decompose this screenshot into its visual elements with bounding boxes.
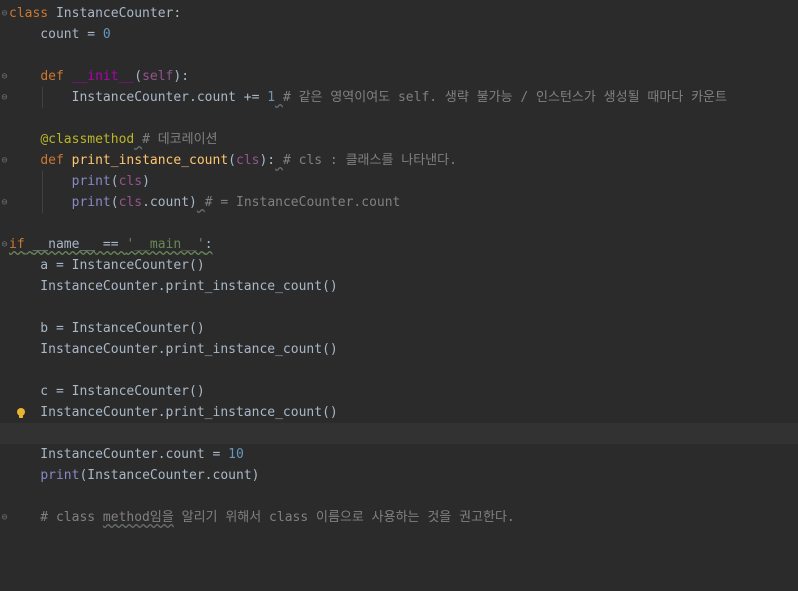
code-line[interactable]: ⊖ # class method임을 알리기 위해서 class 이름으로 사용…	[0, 507, 798, 528]
keyword: def	[40, 153, 64, 168]
code-text: .count)	[142, 195, 197, 210]
colon: :	[204, 237, 213, 252]
paren: (	[228, 153, 236, 168]
code-line[interactable]: c = InstanceCounter()	[0, 381, 798, 402]
fold-marker-icon[interactable]: ⊖	[0, 192, 9, 213]
code-text: InstanceCounter.count +=	[9, 90, 268, 105]
fold-marker-icon[interactable]: ⊖	[0, 507, 9, 528]
code-line[interactable]: ⊖ class InstanceCounter:	[0, 3, 798, 24]
code-line[interactable]: InstanceCounter.print_instance_count()	[0, 339, 798, 360]
param-self: self	[142, 69, 174, 84]
code-line[interactable]: InstanceCounter.print_instance_count()	[0, 276, 798, 297]
paren: (	[110, 195, 119, 210]
param-cls: cls	[236, 153, 260, 168]
fold-marker-icon[interactable]: ⊖	[0, 87, 9, 108]
code-line[interactable]: ⊖ def __init__(self):	[0, 66, 798, 87]
decorator: @classmethod	[40, 132, 135, 147]
comment-typo: method임을	[102, 510, 174, 525]
comment: # 같은 영역이여도 self. 생략 불가능 / 인스턴스가 생성될 때마다 …	[282, 90, 727, 105]
code-line[interactable]: count = 0	[0, 24, 798, 45]
builtin-print: print	[40, 468, 80, 483]
code-line[interactable]: ⊖ def print_instance_count(cls): # cls :…	[0, 150, 798, 171]
function-name: print_instance_count	[71, 153, 229, 168]
fold-marker-icon[interactable]: ⊖	[0, 3, 9, 24]
number-literal: 1	[267, 90, 276, 105]
code-text: count =	[9, 27, 103, 42]
code-text: InstanceCounter.print_instance_count()	[9, 279, 338, 294]
code-line[interactable]: print(cls)	[0, 171, 798, 192]
code-line[interactable]: a = InstanceCounter()	[0, 255, 798, 276]
current-line[interactable]	[0, 423, 798, 444]
code-line[interactable]: InstanceCounter.print_instance_count()	[0, 402, 798, 423]
paren: )	[142, 174, 150, 189]
code-editor[interactable]: ⊖ class InstanceCounter: count = 0 ⊖ def…	[0, 0, 798, 540]
fold-marker-icon[interactable]: ⊖	[0, 150, 9, 171]
comment: # = InstanceCounter.count	[204, 195, 401, 210]
code-text: InstanceCounter.count =	[9, 447, 229, 462]
code-text: c = InstanceCounter()	[9, 384, 205, 399]
paren: (	[134, 69, 143, 84]
code-line[interactable]: ⊖ InstanceCounter.count += 1 # 같은 영역이여도 …	[0, 87, 798, 108]
number-literal: 0	[102, 27, 111, 42]
code-line[interactable]: @classmethod # 데코레이션	[0, 129, 798, 150]
operator: ==	[95, 237, 127, 252]
code-text: b = InstanceCounter()	[9, 321, 205, 336]
param-cls: cls	[118, 195, 143, 210]
fold-marker-icon[interactable]: ⊖	[0, 66, 9, 87]
paren: (	[110, 174, 119, 189]
keyword: class	[9, 6, 49, 21]
builtin-print: print	[71, 174, 111, 189]
fold-marker-icon[interactable]: ⊖	[0, 234, 9, 255]
code-line[interactable]: ⊖ if __name__ == '__main__':	[0, 234, 798, 255]
code-text: InstanceCounter.print_instance_count()	[9, 405, 338, 420]
paren: ):	[173, 69, 190, 84]
keyword: if	[9, 237, 25, 252]
code-line[interactable]: print(InstanceCounter.count)	[0, 465, 798, 486]
builtin-print: print	[71, 195, 111, 210]
method-name: __init__	[71, 69, 135, 84]
comment: # class	[9, 510, 103, 525]
dunder-name: __name__	[32, 237, 96, 252]
string-literal: '__main__'	[126, 237, 205, 252]
number-literal: 10	[228, 447, 244, 462]
code-line[interactable]: ⊖ print(cls.count) # = InstanceCounter.c…	[0, 192, 798, 213]
class-name: InstanceCounter:	[48, 6, 182, 21]
keyword: def	[40, 69, 64, 84]
comment: # 데코레이션	[142, 132, 218, 147]
code-text: InstanceCounter.print_instance_count()	[9, 342, 338, 357]
paren: ):	[259, 153, 276, 168]
code-line[interactable]: b = InstanceCounter()	[0, 318, 798, 339]
comment: # cls : 클래스를 나타낸다.	[282, 153, 457, 168]
code-text: (InstanceCounter.count)	[79, 468, 260, 483]
param-cls: cls	[118, 174, 143, 189]
comment: 알리기 위해서 class 이름으로 사용하는 것을 권고한다.	[173, 510, 515, 525]
code-line[interactable]: InstanceCounter.count = 10	[0, 444, 798, 465]
code-text: a = InstanceCounter()	[9, 258, 205, 273]
